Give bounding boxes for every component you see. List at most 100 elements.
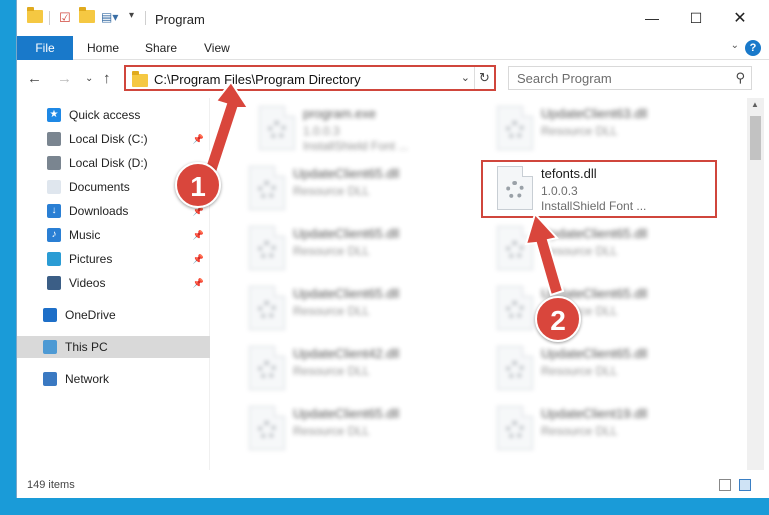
download-icon: ↓ <box>47 204 61 218</box>
sidebar-item-videos[interactable]: Videos 📌 <box>17 272 210 294</box>
file-version: 1.0.0.3 <box>303 124 340 138</box>
search-placeholder: Search Program <box>517 71 612 86</box>
file-desc: InstallShield Font ... <box>303 139 409 153</box>
file-version: Resource DLL <box>541 244 618 258</box>
dll-file-icon <box>497 346 533 390</box>
sidebar-item-label: OneDrive <box>65 308 116 322</box>
gear-icon <box>258 361 276 379</box>
search-input[interactable]: Search Program ⚲ <box>508 66 752 90</box>
scroll-up-icon[interactable]: ▲ <box>751 100 759 109</box>
tab-file[interactable]: File <box>17 36 73 60</box>
close-button[interactable]: ✕ <box>717 0 763 36</box>
navigation-bar: ← → ⌄ ↑ C:\Program Files\Program Directo… <box>17 60 769 98</box>
address-path: C:\Program Files\Program Directory <box>154 72 361 87</box>
sidebar-item-label: Quick access <box>69 108 141 122</box>
file-item[interactable]: UpdateClient65.dll Resource DLL <box>239 224 479 276</box>
minimize-button[interactable]: — <box>629 0 675 36</box>
address-bar[interactable]: C:\Program Files\Program Directory ⌄ ↻ <box>124 65 496 91</box>
file-item[interactable]: program.exe 1.0.0.3 InstallShield Font ... <box>249 104 489 156</box>
file-item[interactable]: UpdateClient65.dllResource DLL <box>487 284 727 336</box>
folder-icon <box>27 7 43 26</box>
file-item[interactable]: UpdateClient65.dllResource DLL <box>239 284 479 336</box>
sidebar-item-pictures[interactable]: Pictures 📌 <box>17 248 210 270</box>
file-item[interactable]: UpdateClient65.dllResource DLL <box>239 164 479 216</box>
gear-icon <box>506 241 524 259</box>
pin-icon[interactable]: 📌 <box>193 248 204 270</box>
pin-icon[interactable]: 📌 <box>193 128 204 150</box>
sidebar-item-downloads[interactable]: ↓ Downloads 📌 <box>17 200 210 222</box>
dll-file-icon <box>497 286 533 330</box>
pin-icon[interactable]: 📌 <box>193 272 204 294</box>
title-bar: ☑ ▤▾ ▾ Program — ☐ ✕ <box>17 0 769 36</box>
sidebar-item-onedrive[interactable]: OneDrive <box>17 304 210 326</box>
dll-file-icon <box>497 106 533 150</box>
sidebar-item-music[interactable]: ♪ Music 📌 <box>17 224 210 246</box>
file-item[interactable]: UpdateClient63.dll Resource DLL <box>487 104 727 156</box>
explorer-window: ☑ ▤▾ ▾ Program — ☐ ✕ File Home Share Vie… <box>16 0 769 498</box>
file-name: UpdateClient63.dll <box>541 106 648 121</box>
chevron-down-icon[interactable]: ⌄ <box>731 40 739 51</box>
file-name: UpdateClient65.dll <box>293 226 400 241</box>
file-item[interactable]: UpdateClient65.dll Resource DLL <box>487 224 727 276</box>
customize-toolbar-icon[interactable]: ▾ <box>129 10 145 26</box>
back-arrow-icon[interactable]: ← <box>27 70 42 87</box>
sidebar-item-quick-access[interactable]: ★ Quick access <box>17 104 210 126</box>
item-count: 149 items <box>27 479 75 491</box>
file-version: Resource DLL <box>293 244 370 258</box>
gear-icon <box>506 361 524 379</box>
file-name: UpdateClient65.dll <box>541 226 648 241</box>
window-title: Program <box>155 12 205 27</box>
file-name: UpdateClient65.dll <box>541 346 648 361</box>
view-options-icon[interactable]: ▤▾ <box>101 10 118 26</box>
dll-file-icon <box>249 406 285 450</box>
new-folder-icon[interactable] <box>79 7 95 26</box>
gear-icon <box>258 181 276 199</box>
file-item[interactable]: UpdateClient65.dllResource DLL <box>239 404 479 456</box>
help-icon[interactable]: ? <box>745 40 761 56</box>
dll-file-icon <box>249 226 285 270</box>
gear-icon <box>258 301 276 319</box>
dll-file-icon <box>249 346 285 390</box>
folder-icon <box>132 71 148 87</box>
sidebar-item-label: Music <box>69 228 101 242</box>
computer-icon <box>43 340 57 354</box>
dll-file-icon <box>249 166 285 210</box>
sidebar-item-network[interactable]: Network <box>17 368 210 390</box>
tab-view[interactable]: View <box>192 36 242 60</box>
pin-icon[interactable]: 📌 <box>193 224 204 246</box>
gear-icon <box>506 301 524 319</box>
sidebar-item-label: Local Disk (C:) <box>69 132 148 146</box>
file-version: Resource DLL <box>293 304 370 318</box>
vertical-scrollbar[interactable]: ▲ <box>747 98 764 470</box>
sidebar-item-label: Pictures <box>69 252 113 266</box>
sidebar-item-this-pc[interactable]: This PC <box>17 336 210 358</box>
ribbon-tabs: File Home Share View ⌄ ? <box>17 36 769 60</box>
step-2-badge: 2 <box>535 296 581 342</box>
file-name: program.exe <box>303 106 376 121</box>
star-icon: ★ <box>47 108 61 122</box>
maximize-button[interactable]: ☐ <box>673 0 719 36</box>
file-item[interactable]: UpdateClient19.dll Resource DLL <box>487 404 727 456</box>
tab-home[interactable]: Home <box>75 36 131 60</box>
scroll-thumb[interactable] <box>750 116 761 160</box>
navigation-pane: ★ Quick access Local Disk (C:) 📌 Local Disk … <box>17 98 210 470</box>
documents-icon <box>47 180 61 194</box>
file-item[interactable]: UpdateClient65.dllResource DLL <box>487 344 727 396</box>
file-name: UpdateClient65.dll <box>293 166 400 181</box>
file-item[interactable]: UpdateClient42.dll Resource DLL <box>239 344 479 396</box>
tab-share[interactable]: Share <box>133 36 189 60</box>
tiles-view-icon[interactable] <box>739 479 751 491</box>
sidebar-item-label: Network <box>65 372 110 386</box>
file-name: UpdateClient42.dll <box>293 346 400 361</box>
details-view-icon[interactable] <box>719 479 731 491</box>
highlight-box <box>481 160 717 218</box>
up-arrow-icon[interactable]: ↑ <box>103 70 111 87</box>
refresh-icon[interactable]: ↻ <box>474 67 494 89</box>
file-version: Resource DLL <box>293 364 370 378</box>
pictures-icon <box>47 252 61 266</box>
recent-locations-icon[interactable]: ⌄ <box>85 73 93 84</box>
chevron-down-icon[interactable]: ⌄ <box>461 71 470 84</box>
sidebar-item-local-disk-c[interactable]: Local Disk (C:) 📌 <box>17 128 210 150</box>
properties-icon[interactable]: ☑ <box>59 10 75 26</box>
forward-arrow-icon[interactable]: → <box>57 70 72 87</box>
